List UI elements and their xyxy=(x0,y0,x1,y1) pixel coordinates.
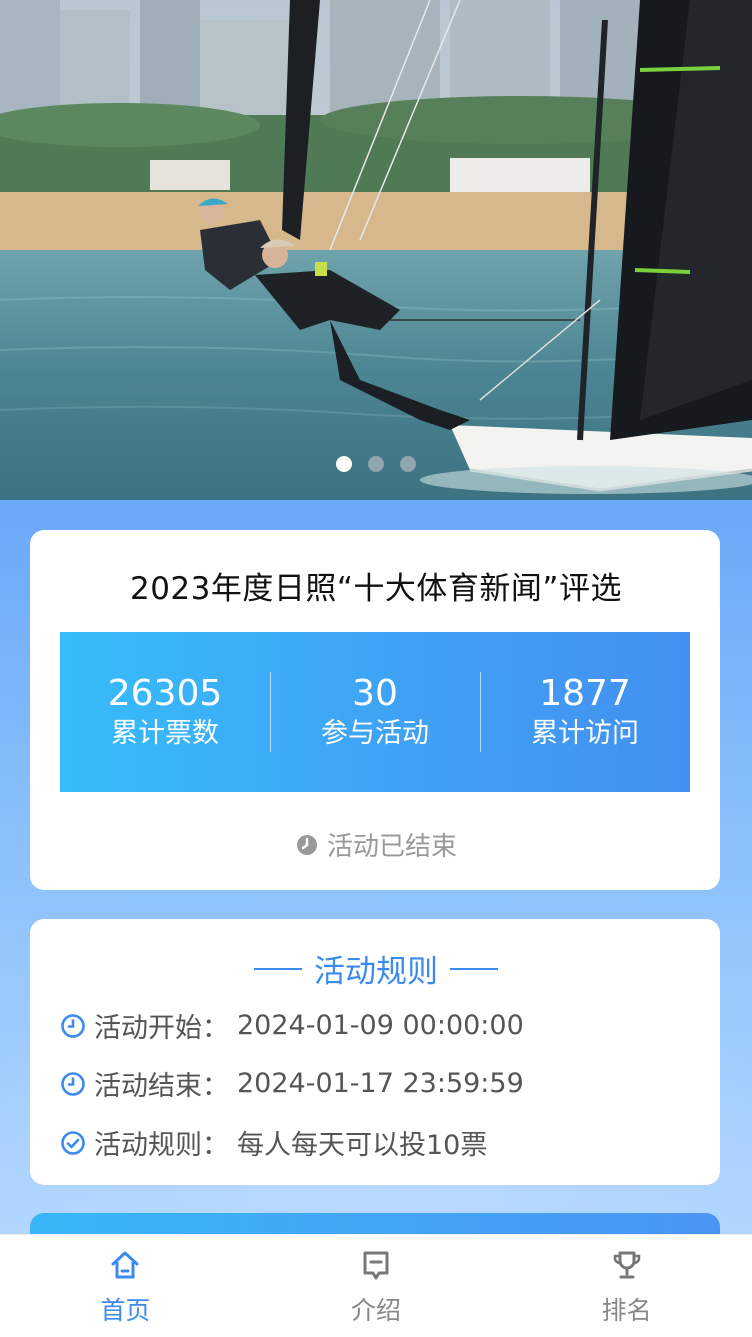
stat-value: 30 xyxy=(352,673,398,714)
clock-icon xyxy=(296,834,317,855)
carousel-dots xyxy=(0,456,752,472)
bottom-tab-bar: 首页 介绍 排名 xyxy=(0,1234,752,1337)
check-circle-icon xyxy=(61,1130,85,1155)
home-icon xyxy=(111,1251,139,1279)
tab-home-label: 首页 xyxy=(100,1296,151,1325)
rule-end-time: 活动结束： 2024-01-17 23:59:59 xyxy=(60,1064,524,1103)
clock-icon xyxy=(61,1071,85,1096)
banner-carousel[interactable] xyxy=(0,0,752,500)
carousel-dot[interactable] xyxy=(368,456,384,472)
trophy-icon xyxy=(613,1251,640,1279)
tab-intro-label: 介绍 xyxy=(351,1296,402,1325)
stat-label: 参与活动 xyxy=(321,718,429,749)
event-status: 活动已结束 xyxy=(0,826,752,863)
carousel-dot[interactable] xyxy=(400,456,416,472)
stat-total-visits: 1877 累计访问 xyxy=(480,632,690,792)
rule-vote-limit: 活动规则： 每人每天可以投10票 xyxy=(60,1123,487,1162)
rules-heading-text: 活动规则 xyxy=(314,954,438,990)
tab-ranking[interactable]: 排名 xyxy=(501,1235,752,1337)
heading-divider-left xyxy=(254,967,302,970)
rule-start-label: 活动开始： xyxy=(94,1013,229,1044)
message-icon xyxy=(363,1251,389,1280)
rule-limit-value: 每人每天可以投10票 xyxy=(237,1130,488,1161)
clock-icon xyxy=(61,1013,85,1038)
stats-panel: 26305 累计票数 30 参与活动 1877 累计访问 xyxy=(60,632,690,792)
carousel-dot-active[interactable] xyxy=(336,456,352,472)
event-status-text: 活动已结束 xyxy=(326,832,457,862)
rule-start-value: 2024-01-09 00:00:00 xyxy=(237,1010,524,1041)
rule-limit-label: 活动规则： xyxy=(94,1130,229,1161)
rule-end-label: 活动结束： xyxy=(94,1071,229,1102)
tab-ranking-label: 排名 xyxy=(601,1296,652,1325)
tab-intro[interactable]: 介绍 xyxy=(251,1235,502,1337)
stat-value: 1877 xyxy=(539,673,631,714)
stat-value: 26305 xyxy=(107,673,223,714)
rule-end-value: 2024-01-17 23:59:59 xyxy=(237,1068,524,1099)
rules-heading: 活动规则 xyxy=(0,946,752,991)
tab-home[interactable]: 首页 xyxy=(0,1235,251,1337)
event-title: 2023年度日照“十大体育新闻”评选 xyxy=(129,571,622,607)
stat-label: 累计访问 xyxy=(531,718,639,749)
stat-participants: 30 参与活动 xyxy=(270,632,480,792)
stat-total-votes: 26305 累计票数 xyxy=(60,632,270,792)
heading-divider-right xyxy=(450,967,498,970)
sailing-banner-image xyxy=(0,0,752,500)
rule-start-time: 活动开始： 2024-01-09 00:00:00 xyxy=(60,1006,524,1045)
stat-label: 累计票数 xyxy=(111,718,219,749)
